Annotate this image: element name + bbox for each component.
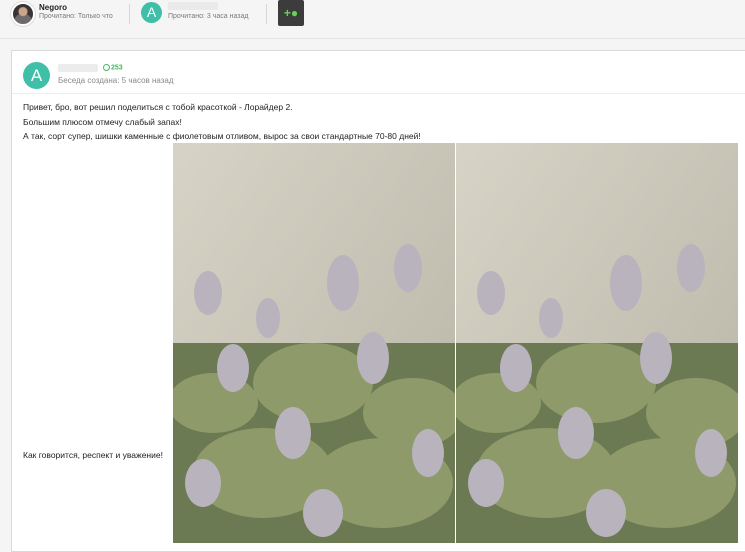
add-user-icon: +● xyxy=(283,6,299,20)
plant-photo-left xyxy=(173,143,455,543)
message-card: A 253 Беседа создана: 5 часов назад Прив… xyxy=(11,50,745,552)
message-text-line: Большим плюсом отмечу слабый запах! xyxy=(23,117,182,127)
message-text-line: Привет, бро, вот решил поделиться с тобо… xyxy=(23,102,293,112)
participant-read-status: Прочитано: 3 часа назад xyxy=(168,13,249,20)
message-text-line: А так, сорт супер, шишки каменные с фиол… xyxy=(23,131,421,141)
participant-name[interactable]: Negoro xyxy=(39,3,67,12)
divider xyxy=(12,93,745,94)
divider xyxy=(129,4,130,24)
plant-photo-right xyxy=(456,143,738,543)
message-text-line: Как говорится, респект и уважение! xyxy=(23,450,163,460)
author-name-redacted xyxy=(58,64,98,72)
divider xyxy=(266,4,267,24)
participant-read-status: Прочитано: Только что xyxy=(39,13,113,20)
avatar[interactable]: A xyxy=(23,62,50,89)
attached-plant-photo[interactable] xyxy=(173,143,738,543)
add-participant-button[interactable]: +● xyxy=(278,0,304,26)
reputation-icon xyxy=(103,64,110,71)
participants-bar: Negoro Прочитано: Только что A Прочитано… xyxy=(0,0,745,39)
avatar[interactable] xyxy=(11,2,35,26)
reputation-badge: 253 xyxy=(103,64,123,71)
avatar[interactable]: A xyxy=(141,2,162,23)
conversation-created-time: Беседа создана: 5 часов назад xyxy=(58,76,174,85)
participant-name-redacted xyxy=(168,2,218,10)
